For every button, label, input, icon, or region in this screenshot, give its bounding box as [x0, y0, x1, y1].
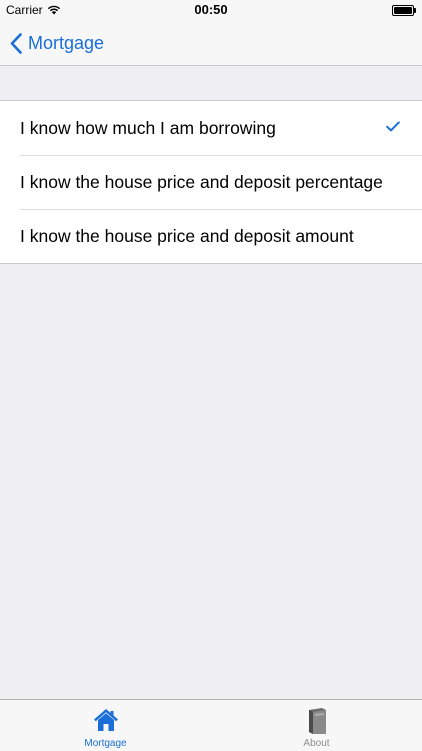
calculation-mode-list: I know how much I am borrowing I know th…	[0, 100, 422, 264]
tab-mortgage-label: Mortgage	[84, 738, 127, 749]
battery-icon	[392, 5, 416, 16]
option-deposit-amount[interactable]: I know the house price and deposit amoun…	[0, 209, 422, 263]
option-label: I know how much I am borrowing	[20, 118, 276, 138]
status-bar: Carrier 00:50	[0, 0, 422, 20]
option-deposit-percentage[interactable]: I know the house price and deposit perce…	[0, 155, 422, 209]
back-button-label: Mortgage	[28, 33, 105, 53]
status-time: 00:50	[194, 2, 228, 17]
book-icon	[308, 708, 326, 734]
chevron-left-icon	[10, 32, 22, 54]
tab-bar: Mortgage About	[0, 699, 422, 751]
checkmark-icon	[386, 121, 400, 132]
option-label: I know the house price and deposit perce…	[20, 172, 383, 192]
navigation-bar: Mortgage	[0, 20, 422, 66]
option-label: I know the house price and deposit amoun…	[20, 226, 354, 246]
house-icon	[93, 709, 118, 731]
tab-about-label: About	[303, 738, 330, 749]
back-button[interactable]: Mortgage	[10, 30, 104, 56]
battery-level	[394, 7, 412, 14]
tab-mortgage[interactable]: Mortgage	[0, 700, 211, 751]
option-borrowing-amount[interactable]: I know how much I am borrowing	[0, 101, 422, 155]
tab-about[interactable]: About	[211, 700, 422, 751]
